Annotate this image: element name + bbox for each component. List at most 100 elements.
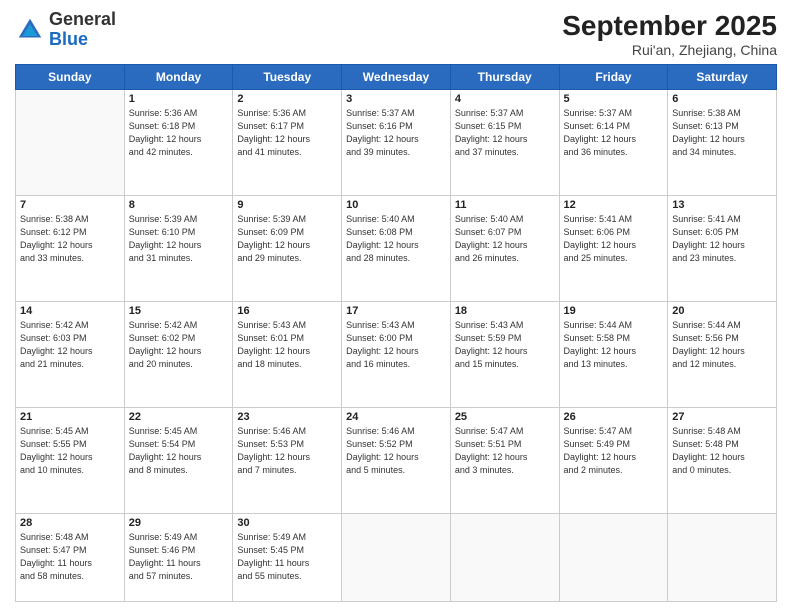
logo-blue: Blue — [49, 30, 116, 50]
calendar-cell: 29Sunrise: 5:49 AM Sunset: 5:46 PM Dayli… — [124, 513, 233, 601]
weekday-header: Monday — [124, 65, 233, 90]
day-info: Sunrise: 5:47 AM Sunset: 5:51 PM Dayligh… — [455, 425, 555, 477]
header: General Blue September 2025 Rui'an, Zhej… — [15, 10, 777, 58]
day-info: Sunrise: 5:39 AM Sunset: 6:09 PM Dayligh… — [237, 213, 337, 265]
day-info: Sunrise: 5:37 AM Sunset: 6:16 PM Dayligh… — [346, 107, 446, 159]
day-info: Sunrise: 5:42 AM Sunset: 6:02 PM Dayligh… — [129, 319, 229, 371]
day-info: Sunrise: 5:45 AM Sunset: 5:55 PM Dayligh… — [20, 425, 120, 477]
weekday-header: Wednesday — [342, 65, 451, 90]
weekday-header: Thursday — [450, 65, 559, 90]
calendar-cell: 20 Sunrise: 5:44 AM Sunset: 5:56 PM Dayli… — [668, 301, 777, 407]
calendar-cell: 22 Sunrise: 5:45 AM Sunset: 5:54 PM Dayli… — [124, 407, 233, 513]
day-number: 25 — [455, 411, 555, 423]
calendar-cell: 17 Sunrise: 5:43 AM Sunset: 6:00 PM Dayli… — [342, 301, 451, 407]
calendar-cell — [16, 90, 125, 196]
calendar-cell: 27 Sunrise: 5:48 AM Sunset: 5:48 PM Dayli… — [668, 407, 777, 513]
day-number: 14 — [20, 305, 120, 317]
day-number: 27 — [672, 411, 772, 423]
calendar-cell: 26 Sunrise: 5:47 AM Sunset: 5:49 PM Dayli… — [559, 407, 668, 513]
calendar-cell: 23Sunrise: 5:46 AM Sunset: 5:53 PM Dayli… — [233, 407, 342, 513]
day-number: 12 — [564, 199, 664, 211]
day-info: Sunrise: 5:38 AM Sunset: 6:12 PM Dayligh… — [20, 213, 120, 265]
calendar-cell: 1Sunrise: 5:36 AM Sunset: 6:18 PM Daylig… — [124, 90, 233, 196]
day-number: 15 — [129, 305, 229, 317]
day-info: Sunrise: 5:46 AM Sunset: 5:52 PM Dayligh… — [346, 425, 446, 477]
calendar-cell: 19 Sunrise: 5:44 AM Sunset: 5:58 PM Dayli… — [559, 301, 668, 407]
calendar-cell: 14 Sunrise: 5:42 AM Sunset: 6:03 PM Dayli… — [16, 301, 125, 407]
day-number: 13 — [672, 199, 772, 211]
day-info: Sunrise: 5:45 AM Sunset: 5:54 PM Dayligh… — [129, 425, 229, 477]
day-info: Sunrise: 5:39 AM Sunset: 6:10 PM Dayligh… — [129, 213, 229, 265]
calendar-cell: 7 Sunrise: 5:38 AM Sunset: 6:12 PM Daylig… — [16, 195, 125, 301]
day-number: 1 — [129, 93, 229, 105]
logo: General Blue — [15, 10, 116, 50]
logo-general: General — [49, 10, 116, 30]
calendar-cell — [450, 513, 559, 601]
calendar-cell: 8 Sunrise: 5:39 AM Sunset: 6:10 PM Daylig… — [124, 195, 233, 301]
day-number: 8 — [129, 199, 229, 211]
day-info: Sunrise: 5:37 AM Sunset: 6:15 PM Dayligh… — [455, 107, 555, 159]
day-info: Sunrise: 5:36 AM Sunset: 6:17 PM Dayligh… — [237, 107, 337, 159]
day-info: Sunrise: 5:43 AM Sunset: 6:00 PM Dayligh… — [346, 319, 446, 371]
weekday-header: Sunday — [16, 65, 125, 90]
day-number: 16 — [237, 305, 337, 317]
subtitle: Rui'an, Zhejiang, China — [562, 42, 777, 58]
calendar-cell: 28 Sunrise: 5:48 AM Sunset: 5:47 PM Dayli… — [16, 513, 125, 601]
calendar-cell: 15 Sunrise: 5:42 AM Sunset: 6:02 PM Dayli… — [124, 301, 233, 407]
day-info: Sunrise: 5:41 AM Sunset: 6:06 PM Dayligh… — [564, 213, 664, 265]
day-info: Sunrise: 5:46 AM Sunset: 5:53 PM Dayligh… — [237, 425, 337, 477]
day-info: Sunrise: 5:38 AM Sunset: 6:13 PM Dayligh… — [672, 107, 772, 159]
calendar-cell: 4 Sunrise: 5:37 AM Sunset: 6:15 PM Daylig… — [450, 90, 559, 196]
day-number: 3 — [346, 93, 446, 105]
day-info: Sunrise: 5:43 AM Sunset: 5:59 PM Dayligh… — [455, 319, 555, 371]
day-info: Sunrise: 5:44 AM Sunset: 5:56 PM Dayligh… — [672, 319, 772, 371]
day-number: 28 — [20, 517, 120, 529]
day-info: Sunrise: 5:48 AM Sunset: 5:47 PM Dayligh… — [20, 531, 120, 583]
day-info: Sunrise: 5:40 AM Sunset: 6:07 PM Dayligh… — [455, 213, 555, 265]
day-info: Sunrise: 5:42 AM Sunset: 6:03 PM Dayligh… — [20, 319, 120, 371]
day-number: 26 — [564, 411, 664, 423]
day-number: 24 — [346, 411, 446, 423]
calendar-cell: 3 Sunrise: 5:37 AM Sunset: 6:16 PM Daylig… — [342, 90, 451, 196]
day-number: 7 — [20, 199, 120, 211]
calendar-cell — [668, 513, 777, 601]
day-info: Sunrise: 5:44 AM Sunset: 5:58 PM Dayligh… — [564, 319, 664, 371]
weekday-header: Saturday — [668, 65, 777, 90]
day-number: 17 — [346, 305, 446, 317]
weekday-header: Tuesday — [233, 65, 342, 90]
day-number: 20 — [672, 305, 772, 317]
calendar-cell: 9 Sunrise: 5:39 AM Sunset: 6:09 PM Daylig… — [233, 195, 342, 301]
calendar-cell: 21 Sunrise: 5:45 AM Sunset: 5:55 PM Dayli… — [16, 407, 125, 513]
calendar-cell: 25 Sunrise: 5:47 AM Sunset: 5:51 PM Dayli… — [450, 407, 559, 513]
calendar-cell: 16Sunrise: 5:43 AM Sunset: 6:01 PM Dayli… — [233, 301, 342, 407]
calendar-cell: 5 Sunrise: 5:37 AM Sunset: 6:14 PM Daylig… — [559, 90, 668, 196]
page: General Blue September 2025 Rui'an, Zhej… — [0, 0, 792, 612]
month-title: September 2025 — [562, 10, 777, 42]
day-info: Sunrise: 5:48 AM Sunset: 5:48 PM Dayligh… — [672, 425, 772, 477]
calendar-cell: 11Sunrise: 5:40 AM Sunset: 6:07 PM Dayli… — [450, 195, 559, 301]
day-info: Sunrise: 5:47 AM Sunset: 5:49 PM Dayligh… — [564, 425, 664, 477]
day-number: 30 — [237, 517, 337, 529]
calendar-cell: 2Sunrise: 5:36 AM Sunset: 6:17 PM Daylig… — [233, 90, 342, 196]
calendar-cell: 13 Sunrise: 5:41 AM Sunset: 6:05 PM Dayli… — [668, 195, 777, 301]
calendar-cell: 18Sunrise: 5:43 AM Sunset: 5:59 PM Dayli… — [450, 301, 559, 407]
day-number: 6 — [672, 93, 772, 105]
day-number: 4 — [455, 93, 555, 105]
weekday-header: Friday — [559, 65, 668, 90]
day-number: 21 — [20, 411, 120, 423]
day-number: 22 — [129, 411, 229, 423]
logo-icon — [15, 15, 45, 45]
day-number: 19 — [564, 305, 664, 317]
day-info: Sunrise: 5:37 AM Sunset: 6:14 PM Dayligh… — [564, 107, 664, 159]
day-info: Sunrise: 5:40 AM Sunset: 6:08 PM Dayligh… — [346, 213, 446, 265]
day-info: Sunrise: 5:49 AM Sunset: 5:45 PM Dayligh… — [237, 531, 337, 583]
day-number: 5 — [564, 93, 664, 105]
title-block: September 2025 Rui'an, Zhejiang, China — [562, 10, 777, 58]
calendar: SundayMondayTuesdayWednesdayThursdayFrid… — [15, 64, 777, 602]
day-info: Sunrise: 5:41 AM Sunset: 6:05 PM Dayligh… — [672, 213, 772, 265]
calendar-cell: 6 Sunrise: 5:38 AM Sunset: 6:13 PM Daylig… — [668, 90, 777, 196]
day-number: 9 — [237, 199, 337, 211]
calendar-cell: 10 Sunrise: 5:40 AM Sunset: 6:08 PM Dayli… — [342, 195, 451, 301]
day-number: 10 — [346, 199, 446, 211]
day-number: 29 — [129, 517, 229, 529]
